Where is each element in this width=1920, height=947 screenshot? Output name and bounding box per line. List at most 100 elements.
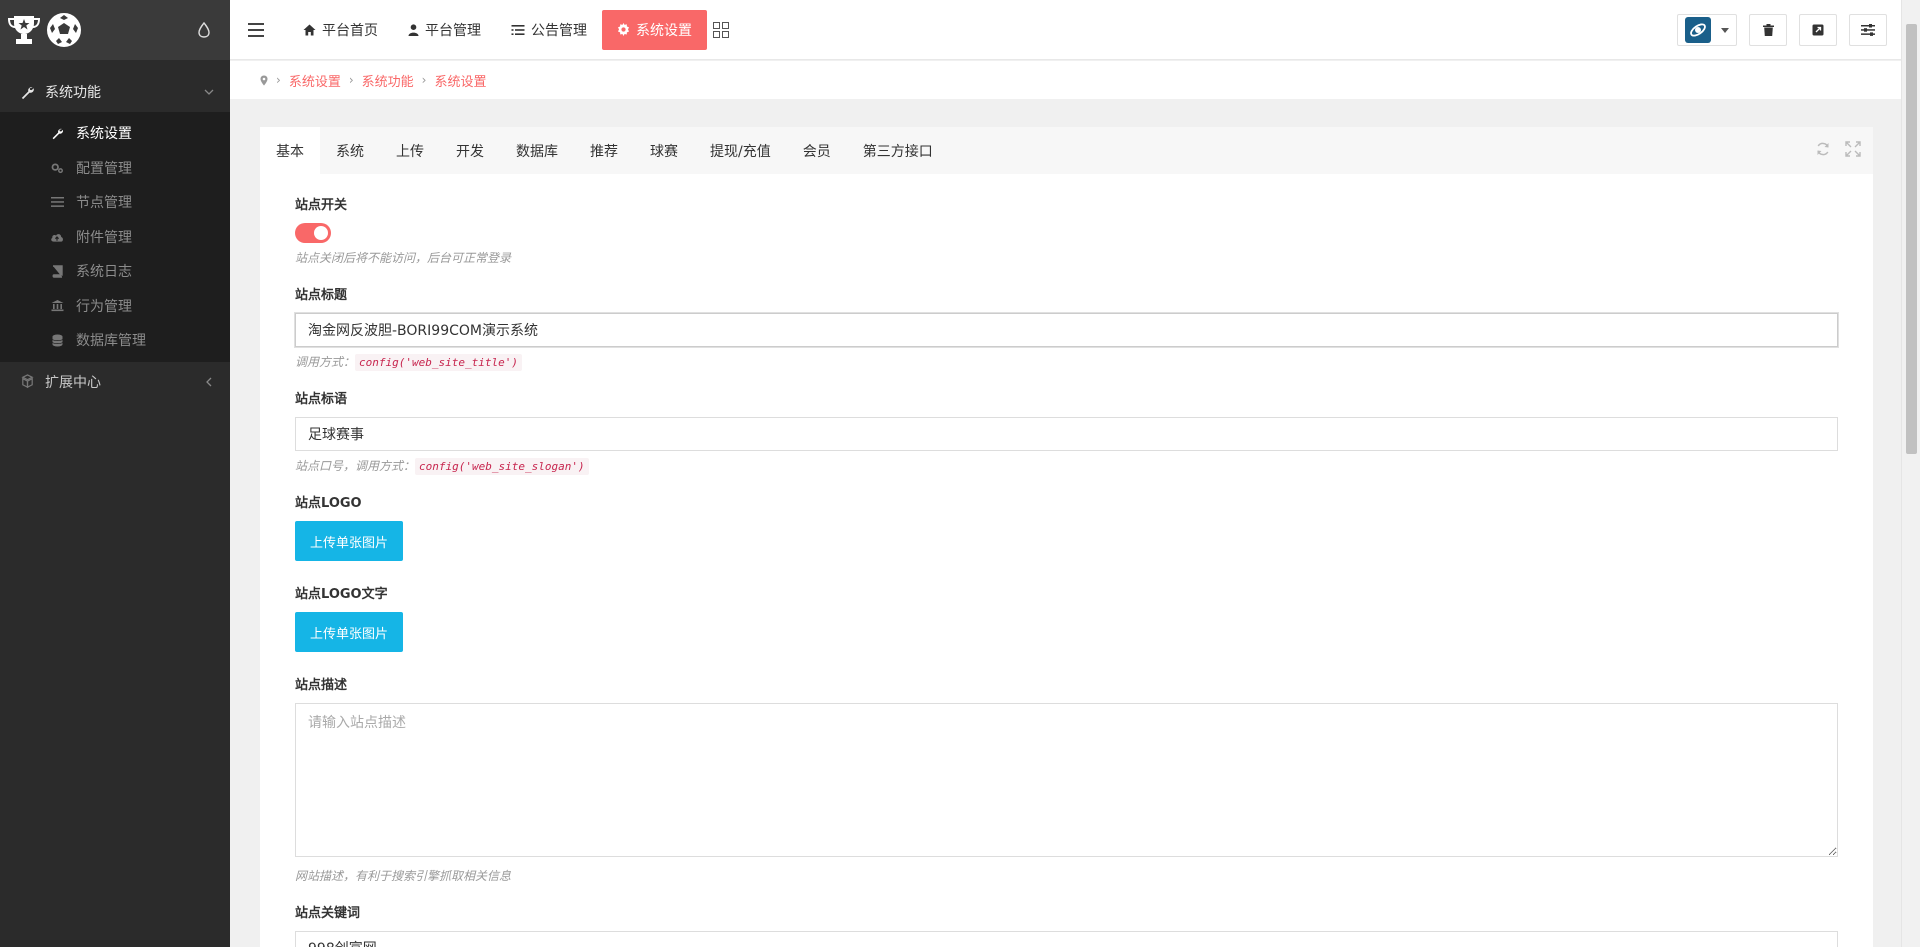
field-label: 站点开关 (295, 198, 348, 213)
tab-basic[interactable]: 基本 (260, 127, 320, 174)
open-frontend-button[interactable] (1799, 14, 1837, 46)
caret-down-icon (1721, 27, 1729, 33)
settings-panel-button[interactable] (1849, 14, 1887, 46)
settings-form: 站点开关 站点关闭后将不能访问，后台可正常登录 站点标题 调用方式：config… (260, 174, 1873, 947)
field-site-logo-text: 站点LOGO文字 上传单张图片 (295, 583, 1838, 652)
logo[interactable] (6, 12, 82, 48)
university-icon (50, 299, 64, 313)
sidebar-item-database[interactable]: 数据库管理 (0, 323, 230, 358)
refresh-icon[interactable] (1815, 141, 1831, 157)
field-help: 调用方式： config('web_site_title') (295, 353, 1838, 371)
help-code: config('web_site_title') (355, 354, 522, 371)
gears-icon (50, 161, 64, 175)
sidebar-item-actions[interactable]: 行为管理 (0, 289, 230, 324)
user-icon (408, 23, 419, 36)
field-label: 站点标题 (295, 288, 348, 303)
top-right-tools (1677, 14, 1887, 46)
upload-logo-button[interactable]: 上传单张图片 (295, 521, 404, 561)
tab-recommend[interactable]: 推荐 (574, 127, 634, 174)
site-switch-toggle[interactable] (295, 223, 331, 243)
trophy-icon (7, 16, 41, 44)
clear-cache-button[interactable] (1749, 14, 1787, 46)
breadcrumb: › 系统设置 › 系统功能 › 系统设置 (230, 61, 1901, 99)
help-text: 站点口号，调用方式： (295, 459, 416, 473)
theme-drop-icon[interactable] (198, 22, 210, 38)
sidebar-item-attachments[interactable]: 附件管理 (0, 220, 230, 255)
nav-platform-manage[interactable]: 平台管理 (393, 10, 496, 50)
user-menu-button[interactable] (1677, 14, 1737, 46)
nav-label: 系统设置 (636, 22, 692, 39)
tab-third-party-api[interactable]: 第三方接口 (847, 127, 949, 174)
tab-develop[interactable]: 开发 (440, 127, 500, 174)
tab-upload[interactable]: 上传 (380, 127, 440, 174)
sidebar: 系统功能 系统设置 配置管理 节点管理 附件管理 系统日志 行为管理 数据库管理… (0, 0, 230, 947)
tab-matches[interactable]: 球赛 (634, 127, 694, 174)
settings-tabs: 基本 系统 上传 开发 数据库 推荐 球赛 提现/充值 会员 第三方接口 (260, 127, 1873, 174)
fullscreen-icon[interactable] (1845, 141, 1861, 157)
trash-icon (1762, 24, 1774, 36)
sidebar-item-system-settings[interactable]: 系统设置 (0, 116, 230, 151)
field-site-keywords: 站点关键词 (295, 902, 1838, 947)
upload-logo-text-button[interactable]: 上传单张图片 (295, 612, 404, 652)
scrollbar-thumb[interactable] (1906, 24, 1917, 454)
sidebar-section-extensions[interactable]: 扩展中心 (0, 362, 230, 402)
chevron-down-icon (204, 89, 214, 95)
list-icon (50, 195, 64, 209)
sidebar-section-system[interactable]: 系统功能 (0, 72, 230, 112)
cubes-icon (21, 374, 34, 389)
sidebar-submenu: 系统设置 配置管理 节点管理 附件管理 系统日志 行为管理 数据库管理 (0, 112, 230, 362)
breadcrumb-separator: › (421, 73, 427, 87)
tab-withdraw-recharge[interactable]: 提现/充值 (694, 127, 787, 174)
field-label: 站点LOGO (295, 496, 362, 511)
sidebar-header (0, 0, 230, 60)
site-slogan-input[interactable] (295, 417, 1838, 451)
list-alt-icon (511, 24, 525, 35)
external-link-icon (1812, 24, 1824, 36)
tab-members[interactable]: 会员 (787, 127, 847, 174)
card-tools (1815, 141, 1861, 157)
sidebar-item-label: 系统日志 (76, 264, 132, 281)
gear-icon (617, 23, 630, 36)
breadcrumb-separator: › (276, 73, 281, 87)
site-description-textarea[interactable] (295, 703, 1838, 857)
avatar (1685, 17, 1711, 43)
chevron-left-icon (206, 377, 212, 386)
top-navbar: 平台首页 平台管理 公告管理 系统设置 (230, 0, 1901, 60)
soccer-ball-icon (47, 13, 81, 47)
site-keywords-input[interactable] (295, 931, 1838, 947)
field-site-switch: 站点开关 站点关闭后将不能访问，后台可正常登录 (295, 194, 1838, 266)
nav-label: 平台管理 (425, 22, 481, 39)
site-title-input[interactable] (295, 313, 1838, 347)
database-icon (50, 333, 64, 347)
breadcrumb-link[interactable]: 系统功能 (362, 71, 414, 90)
nav-platform-home[interactable]: 平台首页 (288, 10, 393, 50)
sidebar-item-nodes[interactable]: 节点管理 (0, 185, 230, 220)
wrench-icon (50, 126, 64, 140)
cloud-upload-icon (50, 230, 64, 244)
field-label: 站点LOGO文字 (295, 587, 388, 602)
breadcrumb-link[interactable]: 系统设置 (434, 71, 486, 90)
field-site-slogan: 站点标语 站点口号，调用方式：config('web_site_slogan') (295, 388, 1838, 475)
sidebar-item-label: 节点管理 (76, 195, 132, 212)
sidebar-item-label: 数据库管理 (76, 333, 146, 350)
field-label: 站点描述 (295, 678, 348, 693)
sidebar-item-label: 配置管理 (76, 160, 132, 177)
sidebar-item-logs[interactable]: 系统日志 (0, 254, 230, 289)
help-text: 调用方式： (295, 355, 356, 369)
settings-card: 基本 系统 上传 开发 数据库 推荐 球赛 提现/充值 会员 第三方接口 站点开… (260, 127, 1873, 947)
field-help: 网站描述，有利于搜索引擎抓取相关信息 (295, 869, 512, 883)
tab-system[interactable]: 系统 (320, 127, 380, 174)
sidebar-item-config[interactable]: 配置管理 (0, 151, 230, 186)
apps-grid-icon[interactable] (713, 21, 729, 38)
sidebar-section-label: 系统功能 (45, 85, 101, 101)
sidebar-item-label: 行为管理 (76, 298, 132, 315)
breadcrumb-link[interactable]: 系统设置 (289, 71, 341, 90)
page-scrollbar[interactable] (1901, 0, 1920, 947)
menu-toggle-icon[interactable] (248, 22, 264, 37)
field-label: 站点标语 (295, 392, 348, 407)
tab-database[interactable]: 数据库 (500, 127, 574, 174)
nav-system-settings[interactable]: 系统设置 (602, 9, 707, 50)
field-help: 站点关闭后将不能访问，后台可正常登录 (295, 251, 512, 265)
sliders-icon (1861, 24, 1875, 36)
nav-announcement-manage[interactable]: 公告管理 (496, 10, 602, 50)
